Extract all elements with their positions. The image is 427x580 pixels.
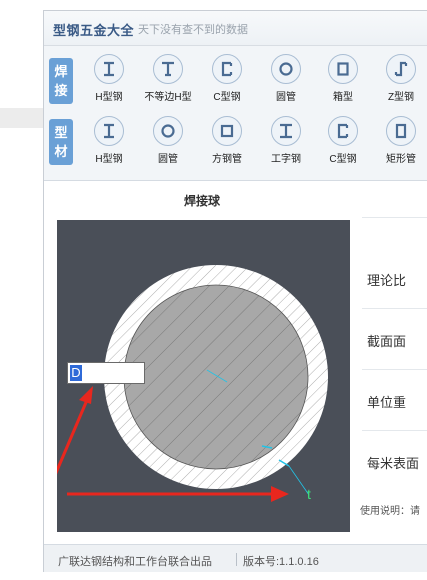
diagram-canvas: t D bbox=[57, 220, 350, 532]
section-area-label: 截面面 bbox=[367, 334, 407, 349]
weld-z-section-button[interactable]: Z型钢 bbox=[374, 54, 427, 103]
profile-c-channel-button[interactable]: C型钢 bbox=[316, 116, 370, 165]
c-channel-icon bbox=[221, 61, 233, 77]
tool-label: C型钢 bbox=[329, 154, 357, 165]
c-channel-icon bbox=[337, 123, 349, 139]
h-beam-icon bbox=[104, 123, 114, 139]
tool-label: 圆管 bbox=[276, 92, 296, 103]
tool-label: 矩形管 bbox=[386, 154, 416, 165]
h-beam-icon bbox=[104, 61, 114, 77]
usage-note: 使用说明：请 bbox=[360, 506, 420, 517]
profile-badge-char-1: 型 bbox=[54, 125, 68, 140]
app-subtitle: 天下没有查不到的数据 bbox=[138, 24, 248, 36]
status-bar: 广联达钢结构和工作台联合出品 版本号:1.1.0.16 bbox=[44, 544, 427, 572]
tool-label: C型钢 bbox=[213, 92, 241, 103]
title-bar: 型钢五金大全 天下没有查不到的数据 bbox=[44, 11, 427, 46]
tool-label: H型钢 bbox=[95, 154, 123, 165]
tool-label: 工字钢 bbox=[271, 154, 301, 165]
weld-category-badge[interactable]: 焊 接 bbox=[49, 58, 73, 104]
publisher-text: 广联达钢结构和工作台联合出品 bbox=[58, 556, 212, 568]
box-section-icon bbox=[337, 62, 349, 76]
d-dimension-label: D bbox=[70, 365, 82, 381]
profile-square-tube-button[interactable]: 方钢管 bbox=[200, 116, 254, 165]
i-beam-icon bbox=[280, 123, 292, 139]
section-title: 焊接球 bbox=[184, 194, 221, 208]
background-strip bbox=[0, 108, 44, 128]
surface-area-per-meter-label: 每米表面 bbox=[367, 456, 420, 471]
diameter-input[interactable]: D bbox=[67, 362, 145, 384]
weld-h-beam-button[interactable]: H型钢 bbox=[82, 54, 136, 103]
unit-weight-label: 单位重 bbox=[367, 395, 407, 410]
version-text: 版本号:1.1.0.16 bbox=[243, 556, 319, 568]
t-dimension-label: t bbox=[307, 486, 311, 502]
weld-badge-char-2: 接 bbox=[54, 83, 68, 98]
app-title: 型钢五金大全 bbox=[53, 23, 135, 38]
round-pipe-icon bbox=[279, 62, 293, 76]
status-divider bbox=[236, 553, 237, 566]
square-tube-icon bbox=[220, 124, 234, 138]
tool-label: H型钢 bbox=[95, 92, 123, 103]
tool-label: 不等边H型 bbox=[144, 92, 192, 103]
divider bbox=[362, 308, 427, 309]
divider bbox=[362, 430, 427, 431]
weld-round-pipe-button[interactable]: 圆管 bbox=[259, 54, 313, 103]
tool-label: 圆管 bbox=[158, 154, 178, 165]
profile-category-badge[interactable]: 型 材 bbox=[49, 119, 73, 165]
profile-badge-char-2: 材 bbox=[54, 144, 68, 159]
profile-round-pipe-button[interactable]: 圆管 bbox=[141, 116, 195, 165]
tool-label: 箱型 bbox=[333, 92, 353, 103]
weld-box-section-button[interactable]: 箱型 bbox=[316, 54, 370, 103]
tool-label: Z型钢 bbox=[387, 92, 415, 103]
rect-tube-icon bbox=[395, 123, 407, 139]
round-pipe-icon bbox=[161, 124, 175, 138]
weld-unequal-h-button[interactable]: 不等边H型 bbox=[141, 54, 195, 103]
section-toolbar: 焊 接 型 材 H型钢 不等边H型 C型钢 圆管 箱型 Z型钢 H型钢 圆管 方… bbox=[44, 46, 427, 181]
profile-h-beam-button[interactable]: H型钢 bbox=[82, 116, 136, 165]
z-section-icon bbox=[394, 61, 408, 77]
tool-label: 方钢管 bbox=[212, 154, 242, 165]
profile-i-beam-button[interactable]: 工字钢 bbox=[259, 116, 313, 165]
theoretical-ratio-label: 理论比 bbox=[367, 273, 407, 288]
profile-rect-tube-button[interactable]: 矩形管 bbox=[374, 116, 427, 165]
unequal-h-beam-icon bbox=[162, 61, 174, 77]
weld-badge-char-1: 焊 bbox=[54, 64, 68, 79]
app-window: 型钢五金大全 天下没有查不到的数据 焊 接 型 材 H型钢 不等边H型 C型钢 … bbox=[43, 10, 427, 572]
inner-cavity bbox=[123, 284, 309, 470]
divider bbox=[362, 369, 427, 370]
weld-c-channel-button[interactable]: C型钢 bbox=[200, 54, 254, 103]
divider bbox=[362, 217, 427, 218]
